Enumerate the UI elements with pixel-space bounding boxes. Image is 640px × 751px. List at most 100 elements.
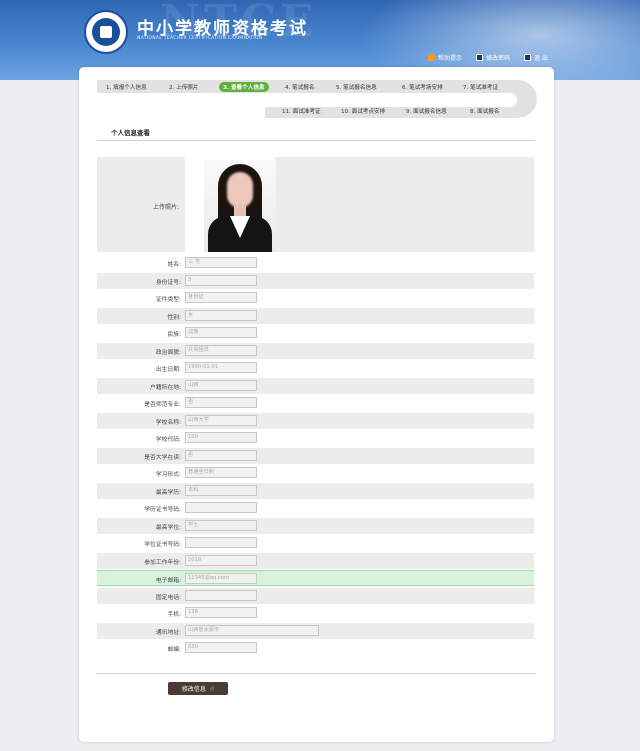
field-label: 性别: <box>167 314 181 321</box>
field-input[interactable]: 山西 <box>185 379 257 391</box>
field-input[interactable] <box>185 537 257 548</box>
step-9[interactable]: 9. 面试报名信息 <box>406 107 447 115</box>
section-divider <box>97 140 535 141</box>
field-label: 通讯地址: <box>155 629 181 636</box>
form-row: 证件类型: 身份证 <box>97 290 534 306</box>
exit-icon <box>524 54 532 61</box>
logout-label: 退 出 <box>534 55 548 62</box>
field-input[interactable]: 普通全日制 <box>185 467 257 478</box>
field-input[interactable]: 030 <box>185 642 257 653</box>
top-links: 帮助提示 修改密码 退 出 <box>428 53 548 62</box>
field-label: 固定电话: <box>155 594 181 601</box>
change-password-label: 修改密码 <box>486 55 511 62</box>
field-label: 学历证书号码: <box>144 507 181 513</box>
main-panel: 1. 填报个人信息 2. 上传照片 3. 查看个人信息 4. 笔试报名 5. 笔… <box>79 67 554 742</box>
applicant-photo <box>204 160 276 252</box>
section-title: 个人信息查看 <box>111 129 150 137</box>
field-label: 邮编: <box>167 647 181 653</box>
field-label: 身份证号: <box>155 279 181 286</box>
form-row: 是否大学在读: 否 <box>97 447 534 464</box>
field-label: 民族: <box>167 332 181 338</box>
step-6[interactable]: 6. 笔试考场安排 <box>402 83 443 91</box>
field-input[interactable]: 138 <box>185 607 257 618</box>
form-row: 学历证书号码: <box>97 500 534 516</box>
help-icon <box>428 54 436 61</box>
field-label: 最高学位: <box>155 524 181 531</box>
field-label: 最高学历: <box>155 489 181 496</box>
form-row: 电子邮箱: 12345@qq.com <box>97 570 534 586</box>
field-input[interactable]: 否 <box>185 449 257 461</box>
form-row: 身份证号: 3 <box>97 272 534 289</box>
field-label: 证件类型: <box>155 297 181 303</box>
step-1[interactable]: 1. 填报个人信息 <box>106 83 147 91</box>
step-track-inner <box>265 93 517 107</box>
field-label: 户籍所在地: <box>150 384 181 391</box>
step-5[interactable]: 5. 笔试报名信息 <box>336 83 377 91</box>
form-row: 邮编: 030 <box>97 640 534 656</box>
form-row: 姓名: 三 号 <box>97 255 534 271</box>
field-label: 手机: <box>167 612 181 618</box>
form-row: 通讯地址: 山西省太原市 <box>97 622 534 639</box>
form-row: 民族: 汉族 <box>97 325 534 341</box>
key-icon <box>476 54 484 61</box>
change-password-link[interactable]: 修改密码 <box>476 53 510 62</box>
field-label: 学位证书号码: <box>144 542 181 548</box>
form-row: 学校名称: 山西大学 <box>97 412 534 429</box>
field-input[interactable]: 否 <box>185 397 257 408</box>
field-input[interactable]: 身份证 <box>185 292 257 303</box>
step-2[interactable]: 2. 上传照片 <box>169 83 199 91</box>
form-row: 学位证书号码: <box>97 535 534 551</box>
form-row: 性别: 女 <box>97 307 534 324</box>
form-row: 户籍所在地: 山西 <box>97 377 534 394</box>
field-input[interactable] <box>185 502 257 513</box>
form-bottom-divider <box>97 673 535 674</box>
logo-emblem-icon <box>92 18 120 46</box>
form-row: 最高学历: 本科 <box>97 482 534 499</box>
step-3[interactable]: 3. 查看个人信息 <box>219 82 269 92</box>
field-input[interactable]: 汉族 <box>185 327 257 338</box>
field-input[interactable]: 学士 <box>185 519 257 531</box>
field-label: 参加工作年份: <box>144 559 181 566</box>
help-link-label: 帮助提示 <box>438 55 463 62</box>
step-track-gap <box>97 93 265 118</box>
form-row: 政治面貌: 共青团员 <box>97 342 534 359</box>
field-input[interactable]: 1990-01-01 <box>185 362 257 373</box>
form-row: 学习形式: 普通全日制 <box>97 465 534 481</box>
field-label: 学校名称: <box>155 419 181 426</box>
step-7[interactable]: 7. 笔试准考证 <box>463 83 498 91</box>
field-input[interactable]: 3 <box>185 274 257 286</box>
edit-info-button[interactable]: 修改信息 ☝ <box>168 682 228 695</box>
form-row: 参加工作年份: 2018 <box>97 552 534 569</box>
field-input[interactable]: 100 <box>185 432 257 443</box>
field-input[interactable]: 12345@qq.com <box>185 573 257 584</box>
form-row: 最高学位: 学士 <box>97 517 534 534</box>
photo-label: 上传照片: <box>152 204 179 211</box>
help-link[interactable]: 帮助提示 <box>428 53 462 62</box>
edit-info-label: 修改信息 <box>181 686 206 693</box>
field-input[interactable]: 三 号 <box>185 257 257 268</box>
site-subtitle: NATIONAL TEACHER CERTIFICATION EXAMINATI… <box>137 36 263 41</box>
field-input[interactable]: 共青团员 <box>185 344 257 356</box>
hand-pointer-icon: ☝ <box>209 684 215 693</box>
logout-link[interactable]: 退 出 <box>524 53 548 62</box>
field-input[interactable]: 女 <box>185 309 257 321</box>
field-label: 学校代码: <box>155 437 181 443</box>
field-label: 是否大学在读: <box>144 454 181 461</box>
field-label: 电子邮箱: <box>155 578 181 584</box>
step-4[interactable]: 4. 笔试报名 <box>285 83 315 91</box>
form-row: 出生日期: 1990-01-01 <box>97 360 534 376</box>
form-row: 固定电话: <box>97 587 534 604</box>
field-label: 学习形式: <box>155 472 181 478</box>
step-10[interactable]: 10. 面试考点安排 <box>341 107 385 115</box>
field-input[interactable]: 山西省太原市 <box>185 624 319 636</box>
form-row: 手机: 138 <box>97 605 534 621</box>
field-input[interactable] <box>185 589 257 601</box>
field-label: 出生日期: <box>155 367 181 373</box>
field-input[interactable]: 山西大学 <box>185 414 257 426</box>
step-11[interactable]: 11. 面试准考证 <box>282 107 321 115</box>
site-logo <box>84 10 128 54</box>
field-input[interactable]: 本科 <box>185 484 257 496</box>
step-8[interactable]: 8. 面试报名 <box>470 107 500 115</box>
field-label: 是否师范专业: <box>144 402 181 408</box>
field-input[interactable]: 2018 <box>185 554 257 566</box>
